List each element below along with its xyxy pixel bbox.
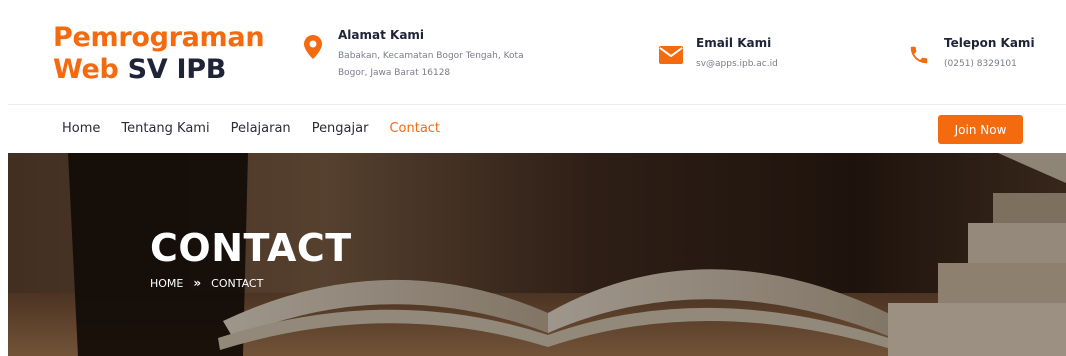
logo-line-1: Pemrograman — [53, 22, 265, 53]
join-now-button[interactable]: Join Now — [938, 115, 1023, 144]
email-title: Email Kami — [696, 36, 772, 50]
breadcrumb-current: CONTACT — [211, 276, 264, 290]
breadcrumb-separator-icon: » — [193, 276, 202, 290]
breadcrumb-home[interactable]: HOME — [150, 277, 183, 290]
logo-line-2-accent: Web — [53, 54, 119, 85]
email-text[interactable]: sv@apps.ipb.ac.id — [696, 56, 778, 73]
page-title: CONTACT — [150, 226, 352, 270]
nav-item-tentang-kami[interactable]: Tentang Kami — [121, 121, 209, 136]
map-pin-icon — [300, 34, 326, 60]
nav-menu: Home Tentang Kami Pelajaran Pengajar Con… — [62, 121, 461, 136]
phone-title: Telepon Kami — [944, 36, 1035, 50]
phone-text[interactable]: (0251) 8329101 — [944, 56, 1035, 73]
contact-address: Alamat Kami Babakan, Kecamatan Bogor Ten… — [300, 28, 538, 82]
site-logo[interactable]: Pemrograman Web SV IPB — [53, 22, 265, 86]
nav-item-contact[interactable]: Contact — [389, 121, 440, 136]
contact-phone: Telepon Kami (0251) 8329101 — [906, 36, 1035, 73]
nav-item-pengajar[interactable]: Pengajar — [312, 121, 369, 136]
logo-line-2-rest: SV IPB — [118, 54, 227, 85]
nav-item-home[interactable]: Home — [62, 121, 100, 136]
nav-item-pelajaran[interactable]: Pelajaran — [231, 121, 291, 136]
main-navbar: Home Tentang Kami Pelajaran Pengajar Con… — [8, 106, 1066, 152]
envelope-icon — [658, 42, 684, 68]
address-text: Babakan, Kecamatan Bogor Tengah, Kota Bo… — [338, 51, 524, 78]
hero-banner: CONTACT HOME » CONTACT — [8, 153, 1066, 356]
phone-icon — [906, 42, 932, 68]
breadcrumb: HOME » CONTACT — [150, 276, 263, 290]
address-title: Alamat Kami — [338, 28, 425, 42]
contact-email: Email Kami sv@apps.ipb.ac.id — [658, 36, 778, 73]
top-header: Pemrograman Web SV IPB Alamat Kami Babak… — [8, 0, 1066, 105]
